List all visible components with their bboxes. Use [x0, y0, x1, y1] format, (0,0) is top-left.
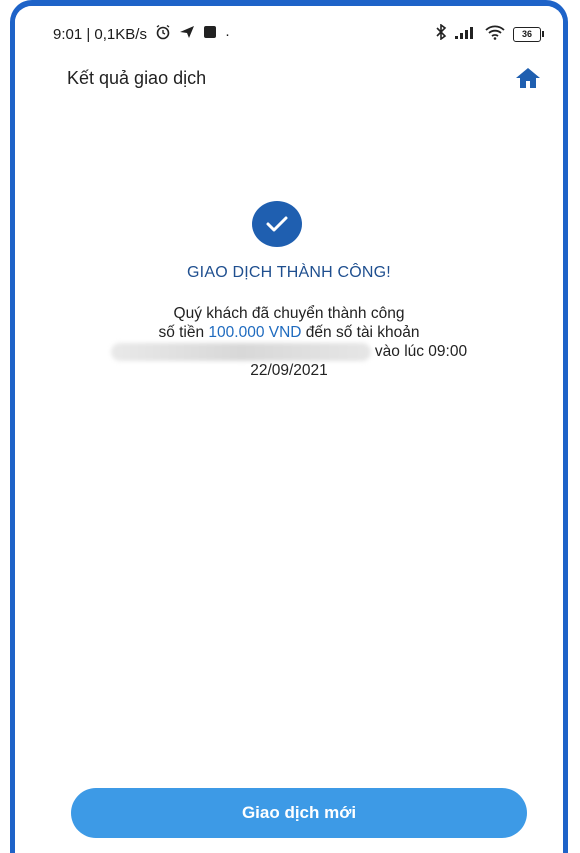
status-time-speed: 9:01 | 0,1KB/s — [53, 25, 147, 43]
amount-prefix: số tiền — [158, 324, 209, 341]
screen: 9:01 | 0,1KB/s · 36 Kết quả giao dịch GI… — [15, 6, 563, 853]
send-icon — [179, 25, 195, 43]
app-icon — [203, 25, 217, 43]
time-text: vào lúc 09:00 — [374, 343, 468, 360]
transfer-amount: 100.000 VND — [208, 324, 302, 341]
home-icon — [516, 68, 540, 88]
signal-icon — [455, 25, 477, 43]
page-title: Kết quả giao dịch — [67, 67, 207, 88]
message-line-3: vào lúc 09:00 — [15, 342, 563, 361]
result-message: Quý khách đã chuyển thành công số tiền 1… — [15, 304, 563, 380]
amount-suffix: đến số tài khoản — [301, 324, 420, 341]
wifi-icon — [485, 25, 505, 44]
message-line-1: Quý khách đã chuyển thành công — [173, 305, 405, 322]
bluetooth-icon — [435, 23, 447, 44]
status-right: 36 — [435, 23, 544, 44]
checkmark-icon — [266, 216, 288, 232]
battery-icon: 36 — [513, 26, 544, 42]
message-line-2: số tiền 100.000 VND đến số tài khoản — [15, 323, 563, 342]
transaction-date: 22/09/2021 — [250, 362, 328, 379]
status-dot: · — [224, 25, 230, 43]
status-bar: 9:01 | 0,1KB/s · 36 — [15, 14, 563, 54]
home-button[interactable] — [513, 63, 543, 93]
result-title: GIAO DỊCH THÀNH CÔNG! — [187, 264, 391, 281]
redacted-account-number — [110, 342, 371, 361]
device-frame: 9:01 | 0,1KB/s · 36 Kết quả giao dịch GI… — [10, 0, 568, 853]
success-check-badge — [252, 201, 302, 247]
alarm-icon — [155, 24, 171, 44]
header: Kết quả giao dịch — [15, 58, 563, 98]
status-left: 9:01 | 0,1KB/s · — [53, 24, 230, 44]
new-transaction-button[interactable]: Giao dịch mới — [71, 788, 527, 838]
